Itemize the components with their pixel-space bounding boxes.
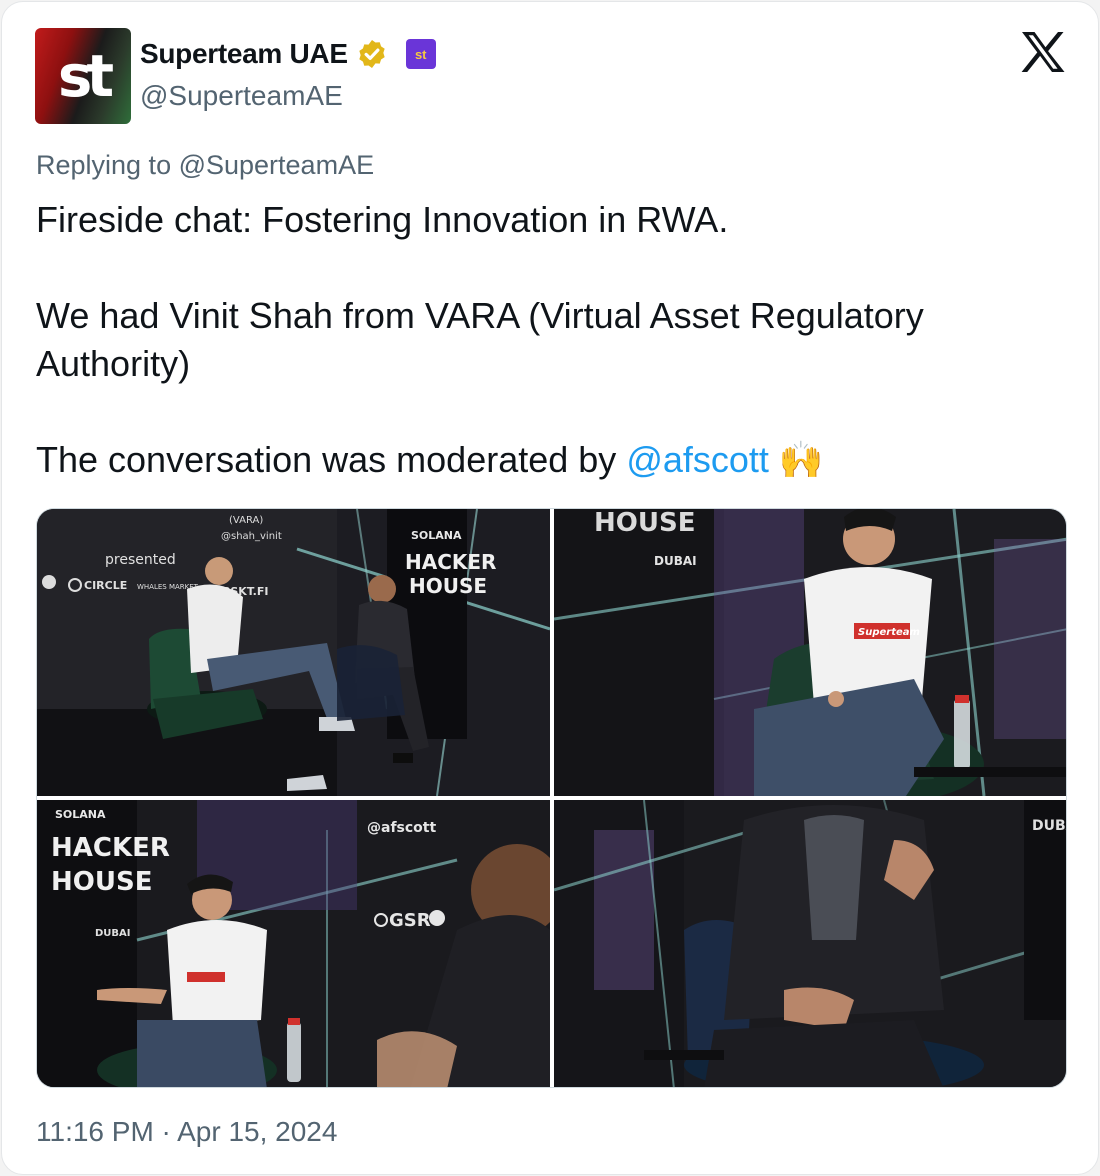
tweet-text-line1: Fireside chat: Fostering Innovation in R… (36, 199, 729, 240)
display-name[interactable]: Superteam UAE (140, 38, 348, 70)
avatar-logo: st (57, 42, 114, 110)
affiliate-badge-icon[interactable]: st (405, 39, 436, 69)
photo-3[interactable]: SOLANA HACKER HOUSE DUBAI @afscott GSR (37, 800, 550, 1087)
photo-3-stage-hacker: HACKER (51, 833, 170, 863)
tweet-card: st Superteam UAE st @SuperteamAE Replyin… (1, 1, 1099, 1175)
photo-1-sponsor-circle: CIRCLE (84, 579, 127, 592)
verified-gold-icon (359, 40, 385, 68)
photo-3-stage-dubai: DUBAI (95, 928, 131, 939)
replying-to[interactable]: Replying to @SuperteamAE (36, 150, 374, 181)
avatar[interactable]: st (35, 28, 131, 124)
photo-2[interactable]: HOUSE DUBAI Superteam (554, 509, 1066, 796)
photo-2-stage-dubai: DUBAI (654, 554, 697, 568)
raising-hands-emoji: 🙌 (778, 439, 824, 480)
media-grid: SOLANA HACKER HOUSE (VARA) @shah_vinit p… (36, 508, 1067, 1088)
photo-1-stage-house: HOUSE (409, 574, 487, 598)
author-name-row: Superteam UAE st (140, 36, 436, 72)
photo-3-stage-solana: SOLANA (55, 808, 106, 821)
x-logo-icon[interactable] (1020, 30, 1066, 74)
photo-1[interactable]: SOLANA HACKER HOUSE (VARA) @shah_vinit p… (37, 509, 550, 796)
photo-2-scene: HOUSE DUBAI Superteam (554, 509, 1066, 796)
photo-3-sponsor-gsr: GSR (389, 910, 431, 931)
svg-text:HOUSE: HOUSE (594, 509, 695, 538)
author-handle[interactable]: @SuperteamAE (140, 80, 343, 112)
tweet-text-moderated: The conversation was moderated by (36, 439, 627, 480)
photo-4-scene: DUBA (554, 800, 1067, 1087)
tweet-timestamp[interactable]: 11:16 PM · Apr 15, 2024 (36, 1116, 337, 1148)
photo-4[interactable]: DUBA (554, 800, 1067, 1087)
photo-4-stage-duba: DUBA (1032, 818, 1067, 834)
mention-link[interactable]: @afscott (626, 439, 769, 480)
photo-1-scene: SOLANA HACKER HOUSE (VARA) @shah_vinit p… (37, 509, 550, 796)
tweet-text-line3: The conversation was moderated by @afsco… (36, 436, 1056, 484)
photo-2-shirt-text: Superteam (858, 627, 920, 638)
photo-3-stage-house: HOUSE (51, 867, 152, 897)
photo-1-stage-hacker: HACKER (405, 550, 496, 574)
photo-1-banner-top: (VARA) (229, 515, 263, 526)
photo-3-banner-handle: @afscott (367, 820, 436, 836)
photo-3-scene: SOLANA HACKER HOUSE DUBAI @afscott GSR (37, 800, 550, 1087)
photo-1-stage-solana: SOLANA (411, 529, 462, 542)
tweet-text-line2: We had Vinit Shah from VARA (Virtual Ass… (36, 295, 924, 384)
photo-1-banner-handle: @shah_vinit (221, 531, 282, 542)
photo-1-presented: presented (105, 552, 176, 568)
